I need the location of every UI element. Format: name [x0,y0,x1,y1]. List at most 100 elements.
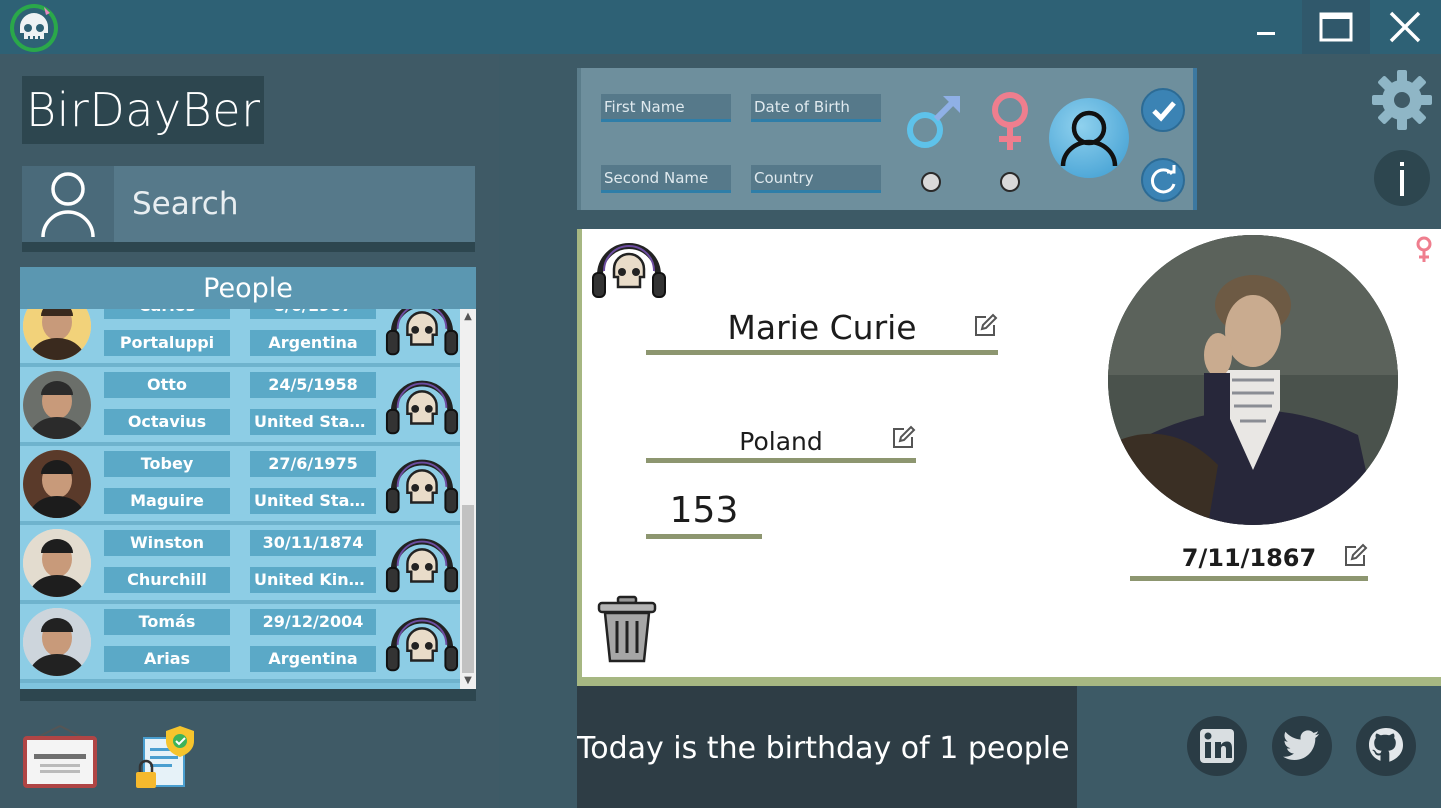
minimize-button[interactable] [1232,0,1300,54]
person-avatar [23,450,91,518]
close-button[interactable] [1371,0,1439,54]
gear-icon [1372,70,1432,130]
scroll-up-icon[interactable]: ▲ [460,309,476,325]
search-box [22,166,475,252]
refresh-icon [1150,165,1176,194]
person-avatar [23,608,91,676]
person-avatar [23,371,91,439]
skull-headphones-icon[interactable] [384,450,460,518]
person-name: Marie Curie [646,301,998,355]
add-photo-button[interactable] [1049,98,1129,178]
twitter-bird-icon [1283,730,1319,760]
person-first-name: Winston [104,530,230,556]
maximize-button[interactable] [1302,0,1370,54]
person-country: United States [250,488,376,514]
delete-button[interactable] [596,595,658,665]
person-birth-date: 30/11/1874 [250,530,376,556]
confirm-button[interactable] [1141,88,1185,132]
linkedin-icon [1200,729,1234,763]
person-country: Argentina [250,330,376,356]
country-input[interactable] [751,165,881,193]
user-icon [22,166,114,242]
male-radio[interactable] [921,172,941,192]
portrait-image [1108,235,1398,525]
person-country: United Kingdom [250,567,376,593]
person-country: Argentina [250,646,376,672]
edit-country-button[interactable] [890,425,916,451]
person-country: United States [250,409,376,435]
person-last-name: Arias [104,646,230,672]
person-last-name: Portaluppi [104,330,230,356]
info-button[interactable] [1374,150,1430,206]
people-panel: People Carlos Portaluppi 8/6/1967 Argentina… [20,267,476,701]
person-first-name: Carlos [104,309,230,319]
linkedin-button[interactable] [1187,716,1247,776]
person-last-name: Octavius [104,409,230,435]
date-of-birth-input[interactable] [751,94,881,122]
person-birth-date: 27/6/1975 [250,451,376,477]
add-person-form [577,68,1197,210]
edit-date-button[interactable] [1342,543,1368,569]
person-avatar [23,529,91,597]
male-icon [903,90,965,152]
skull-headphones-icon[interactable] [384,371,460,439]
trash-icon [597,595,657,663]
days-until-birthday: 153 [646,485,762,539]
people-list[interactable]: Carlos Portaluppi 8/6/1967 Argentina Otto Oct… [20,309,460,689]
search-input[interactable] [132,180,462,228]
privacy-document-icon [136,726,194,788]
person-row[interactable]: Winston Churchill 30/11/1874 United Kingdom [20,525,460,604]
person-birth-date: 8/6/1967 [250,309,376,319]
maximize-icon [1319,12,1353,42]
user-photo-icon [1060,110,1118,167]
person-first-name: Tobey [104,451,230,477]
settings-button[interactable] [1372,70,1432,130]
person-first-name: Tomás [104,609,230,635]
person-birth-date: 7/11/1867 [1130,537,1368,581]
skull-headphones-icon [590,235,668,301]
left-panel: BirDayBer People Carlos Portaluppi 8/6/196… [0,54,499,808]
person-row[interactable]: Carlos Portaluppi 8/6/1967 Argentina [20,309,460,367]
app-title: BirDayBer [22,76,265,144]
skull-headphones-icon[interactable] [384,608,460,676]
github-cat-icon [1369,728,1403,762]
female-gender-icon [1412,235,1436,263]
close-icon [1389,11,1421,43]
person-row[interactable]: Otto Octavius 24/5/1958 United States [20,367,460,446]
person-row[interactable]: Tobey Maguire 27/6/1975 United States [20,446,460,525]
minimize-icon [1257,32,1275,35]
title-bar [0,0,1441,54]
github-button[interactable] [1356,716,1416,776]
person-row[interactable]: Tomás Arias 29/12/2004 Argentina [20,604,460,683]
list-scrollbar[interactable]: ▲ ▼ [460,309,476,689]
skull-headphones-icon[interactable] [384,529,460,597]
edit-icon [1345,543,1368,566]
certificate-button[interactable] [22,724,98,790]
person-photo[interactable] [1108,235,1398,525]
people-header: People [20,267,476,309]
person-birth-date: 29/12/2004 [250,609,376,635]
female-icon [979,90,1041,152]
edit-icon [975,313,998,336]
edit-icon [893,425,916,448]
person-detail-card: Marie Curie Poland 153 7/11/1867 [577,229,1441,686]
scroll-down-icon[interactable]: ▼ [460,673,476,689]
certificate-icon [23,725,97,788]
edit-name-button[interactable] [972,313,998,339]
second-name-input[interactable] [601,165,731,193]
info-icon [1400,162,1404,196]
female-radio[interactable] [1000,172,1020,192]
first-name-input[interactable] [601,94,731,122]
person-avatar [23,309,91,360]
refresh-button[interactable] [1141,158,1185,202]
person-first-name: Otto [104,372,230,398]
person-birth-date: 24/5/1958 [250,372,376,398]
person-last-name: Churchill [104,567,230,593]
person-country: Poland [646,417,916,463]
skull-logo-icon [8,3,60,53]
skull-headphones-icon[interactable] [384,309,460,360]
privacy-button[interactable] [134,724,198,790]
scroll-thumb[interactable] [462,505,474,673]
twitter-button[interactable] [1272,716,1332,776]
person-last-name: Maguire [104,488,230,514]
